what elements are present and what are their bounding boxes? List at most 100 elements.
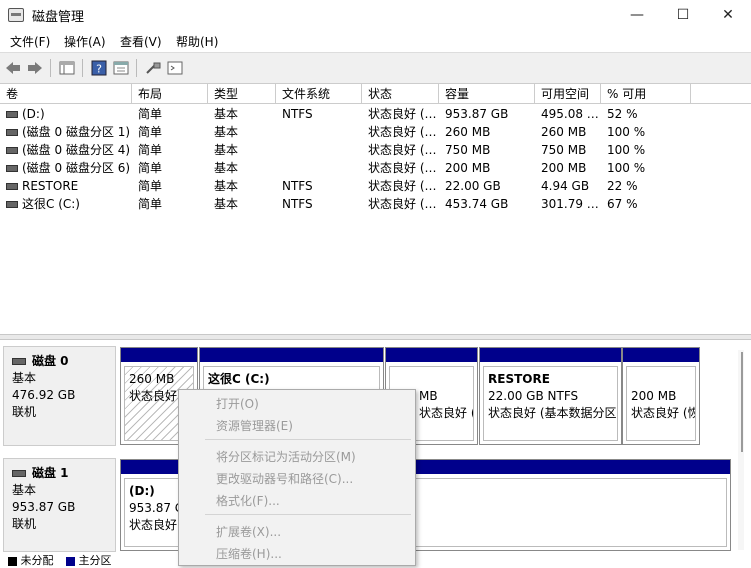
partition-disk0-restore[interactable]: RESTORE 22.00 GB NTFS 状态良好 (基本数据分区 xyxy=(479,347,622,445)
type-cell: 基本 xyxy=(214,161,239,175)
status-cell: 状态良好 (… xyxy=(368,143,437,157)
column-header-filesystem[interactable]: 文件系统 xyxy=(276,84,362,104)
close-button[interactable]: ✕ xyxy=(705,0,751,30)
status-cell: 状态良好 (… xyxy=(368,161,437,175)
type-cell: 基本 xyxy=(214,197,239,211)
menu-item-format[interactable]: 格式化(F)... xyxy=(216,492,280,509)
connect-icon[interactable] xyxy=(144,59,162,77)
capacity-cell: 750 MB xyxy=(445,143,491,157)
capacity-cell: 22.00 GB xyxy=(445,179,501,193)
free-space-cell: 260 MB xyxy=(541,125,587,139)
menu-help[interactable]: 帮助(H) xyxy=(176,33,218,50)
type-cell: 基本 xyxy=(214,179,239,193)
percent-free-cell: 100 % xyxy=(607,161,646,175)
drive-icon xyxy=(6,201,18,208)
toolbar: ? xyxy=(0,52,751,84)
column-header-layout[interactable]: 布局 xyxy=(132,84,208,104)
layout-cell: 简单 xyxy=(138,143,163,157)
menu-item-explore[interactable]: 资源管理器(E) xyxy=(216,417,293,434)
unallocated-swatch xyxy=(8,556,17,566)
partition-body: 200 MB 状态良好 (恢 xyxy=(626,366,696,441)
status-cell: 状态良好 (… xyxy=(368,197,437,211)
capacity-cell: 453.74 GB xyxy=(445,197,509,211)
menu-item-open[interactable]: 打开(O) xyxy=(216,395,259,412)
volume-cell: (D:) xyxy=(6,105,45,123)
drive-icon xyxy=(6,129,18,136)
disk-status: 联机 xyxy=(12,405,37,419)
primary-swatch xyxy=(66,556,75,566)
volume-cell: (磁盘 0 磁盘分区 4) xyxy=(6,141,130,159)
percent-free-cell: 100 % xyxy=(607,143,646,157)
console-icon[interactable] xyxy=(166,59,184,77)
back-arrow-icon[interactable] xyxy=(4,59,22,77)
column-header-percent-free[interactable]: % 可用 xyxy=(601,84,691,104)
context-menu: 打开(O) 资源管理器(E) 将分区标记为活动分区(M) 更改驱动器号和路径(C… xyxy=(178,389,416,566)
percent-free-cell: 67 % xyxy=(607,197,638,211)
menu-bar: 文件(F) 操作(A) 查看(V) 帮助(H) xyxy=(0,30,751,52)
disk-size: 953.87 GB xyxy=(12,500,76,514)
capacity-cell: 953.87 GB xyxy=(445,107,509,121)
minimize-button[interactable]: — xyxy=(614,0,660,30)
volume-cell: 这很C (C:) xyxy=(6,195,80,213)
svg-text:?: ? xyxy=(96,63,102,76)
console-tree-icon[interactable] xyxy=(58,59,76,77)
menu-view[interactable]: 查看(V) xyxy=(120,33,162,50)
layout-cell: 简单 xyxy=(138,125,163,139)
filesystem-cell: NTFS xyxy=(282,197,313,211)
layout-cell: 简单 xyxy=(138,197,163,211)
disk-0-label[interactable]: 磁盘 0 基本 476.92 GB 联机 xyxy=(3,346,116,446)
column-header-type[interactable]: 类型 xyxy=(208,84,276,104)
disk-size: 476.92 GB xyxy=(12,388,76,402)
partition-body: RESTORE 22.00 GB NTFS 状态良好 (基本数据分区 xyxy=(483,366,618,441)
column-header-volume[interactable]: 卷 xyxy=(0,84,132,104)
filesystem-cell: NTFS xyxy=(282,179,313,193)
menu-item-extend[interactable]: 扩展卷(X)... xyxy=(216,523,281,540)
layout-cell: 简单 xyxy=(138,179,163,193)
filesystem-cell: NTFS xyxy=(282,107,313,121)
capacity-cell: 200 MB xyxy=(445,161,491,175)
title-bar: 磁盘管理 — ☐ ✕ xyxy=(0,0,751,30)
volume-cell: RESTORE xyxy=(6,177,78,195)
maximize-button[interactable]: ☐ xyxy=(660,0,706,30)
properties-icon[interactable] xyxy=(112,59,130,77)
disk-type: 基本 xyxy=(12,483,37,497)
drive-icon xyxy=(6,165,18,172)
free-space-cell: 4.94 GB xyxy=(541,179,590,193)
drive-icon xyxy=(6,183,18,190)
menu-action[interactable]: 操作(A) xyxy=(64,33,106,50)
column-header-status[interactable]: 状态 xyxy=(362,84,439,104)
status-cell: 状态良好 (… xyxy=(368,179,437,193)
legend-unallocated: 未分配 xyxy=(20,554,54,567)
column-header-blank xyxy=(691,84,751,104)
disk-1-label[interactable]: 磁盘 1 基本 953.87 GB 联机 xyxy=(3,458,116,552)
menu-item-mark-active[interactable]: 将分区标记为活动分区(M) xyxy=(216,448,356,465)
disk-icon xyxy=(12,470,26,477)
free-space-cell: 495.08 … xyxy=(541,107,599,121)
percent-free-cell: 100 % xyxy=(607,125,646,139)
type-cell: 基本 xyxy=(214,143,239,157)
layout-cell: 简单 xyxy=(138,107,163,121)
scrollbar-thumb[interactable] xyxy=(741,352,743,452)
legend-primary: 主分区 xyxy=(78,554,112,567)
status-cell: 状态良好 (… xyxy=(368,125,437,139)
disk-type: 基本 xyxy=(12,371,37,385)
help-icon[interactable]: ? xyxy=(90,59,108,77)
type-cell: 基本 xyxy=(214,125,239,139)
status-cell: 状态良好 (… xyxy=(368,107,437,121)
menu-item-shrink[interactable]: 压缩卷(H)... xyxy=(216,545,282,562)
percent-free-cell: 22 % xyxy=(607,179,638,193)
volume-cell: (磁盘 0 磁盘分区 1) xyxy=(6,123,130,141)
menu-item-change-letter[interactable]: 更改驱动器号和路径(C)... xyxy=(216,470,353,487)
column-header-free-space[interactable]: 可用空间 xyxy=(535,84,601,104)
disk-status: 联机 xyxy=(12,517,37,531)
disk-name: 磁盘 1 xyxy=(32,466,69,480)
type-cell: 基本 xyxy=(214,107,239,121)
volume-cell: (磁盘 0 磁盘分区 6) xyxy=(6,159,130,177)
menu-file[interactable]: 文件(F) xyxy=(10,33,50,50)
forward-arrow-icon[interactable] xyxy=(26,59,44,77)
free-space-cell: 750 MB xyxy=(541,143,587,157)
column-header-capacity[interactable]: 容量 xyxy=(439,84,535,104)
partition-disk0-6[interactable]: 200 MB 状态良好 (恢 xyxy=(622,347,700,445)
layout-cell: 简单 xyxy=(138,161,163,175)
disk-management-app-icon xyxy=(8,8,24,22)
